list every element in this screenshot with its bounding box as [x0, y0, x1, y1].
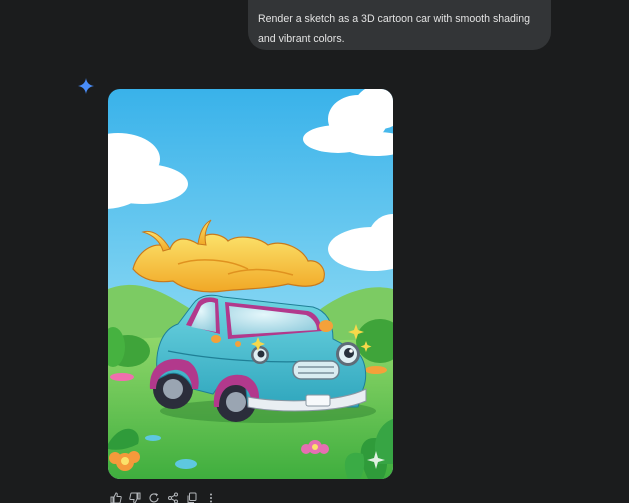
chat-page: Render a sketch as a 3D cartoon car with…	[0, 0, 629, 503]
more-vert-icon[interactable]	[203, 491, 218, 503]
user-prompt-text: Render a sketch as a 3D cartoon car with…	[258, 13, 531, 45]
response-actions	[108, 491, 218, 503]
copy-icon[interactable]	[184, 491, 199, 503]
regenerate-icon[interactable]	[146, 491, 161, 503]
generated-image[interactable]	[108, 89, 393, 479]
thumbs-down-icon[interactable]	[127, 491, 142, 503]
thumbs-up-icon[interactable]	[108, 491, 123, 503]
share-icon[interactable]	[165, 491, 180, 503]
gemini-spark-icon	[78, 78, 94, 94]
user-prompt-bubble: Render a sketch as a 3D cartoon car with…	[248, 0, 551, 50]
